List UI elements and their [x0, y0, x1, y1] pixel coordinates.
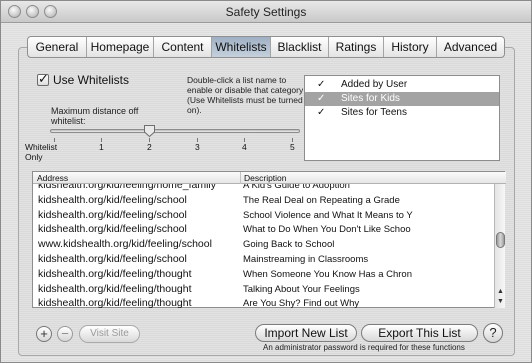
- category-item-added-by-user[interactable]: ✓ Added by User: [305, 78, 499, 92]
- table-scrollbar[interactable]: ▲ ▼: [494, 184, 505, 308]
- table-row[interactable]: kidshealth.org/kid/feeling/school School…: [33, 208, 494, 223]
- table-row[interactable]: kidshealth.org/kid/feeling/school The Re…: [33, 193, 494, 208]
- column-header-description[interactable]: Description: [244, 172, 287, 184]
- distance-slider-thumb[interactable]: [144, 125, 155, 137]
- row-description: Talking About Your Feelings: [243, 283, 360, 295]
- slider-tick-label: 3: [195, 142, 200, 152]
- help-button[interactable]: ?: [483, 323, 503, 343]
- use-whitelists-label: Use Whitelists: [53, 73, 130, 87]
- category-item-sites-for-teens[interactable]: ✓ Sites for Teens: [305, 106, 499, 120]
- table-body: kidshealth.org/kid/feeling/home_family A…: [33, 184, 494, 308]
- check-icon: ✓: [317, 107, 326, 118]
- table-row[interactable]: kidshealth.org/kid/feeling/school Mainst…: [33, 252, 494, 267]
- whitelist-table[interactable]: Address Description kidshealth.org/kid/f…: [32, 171, 506, 308]
- row-address: kidshealth.org/kid/feeling/school: [38, 193, 187, 206]
- row-address: kidshealth.org/kid/feeling/thought: [38, 297, 192, 308]
- category-item-sites-for-kids[interactable]: ✓ Sites for Kids: [305, 92, 499, 106]
- max-distance-label: Maximum distance off whitelist:: [51, 106, 139, 126]
- slider-tick-label: 1: [99, 142, 104, 152]
- table-row[interactable]: kidshealth.org/kid/feeling/home_family A…: [33, 184, 494, 193]
- row-description: Mainstreaming in Classrooms: [243, 253, 369, 265]
- tab-ratings[interactable]: Ratings: [329, 37, 384, 57]
- use-whitelists-toggle[interactable]: Use Whitelists: [37, 71, 130, 87]
- slider-tick-label: 5: [290, 142, 295, 152]
- row-address: www.kidshealth.org/kid/feeling/school: [38, 238, 212, 251]
- row-description: A Kid's Guide to Adoption: [243, 184, 350, 191]
- table-row[interactable]: kidshealth.org/kid/feeling/thought Are Y…: [33, 296, 494, 308]
- export-list-button[interactable]: Export This List: [361, 324, 478, 342]
- table-row[interactable]: www.kidshealth.org/kid/feeling/school Go…: [33, 237, 494, 252]
- table-row[interactable]: kidshealth.org/kid/feeling/thought When …: [33, 267, 494, 282]
- add-site-button[interactable]: +: [36, 326, 52, 342]
- row-description: The Real Deal on Repeating a Grade: [243, 194, 400, 206]
- scroll-thumb[interactable]: [496, 232, 505, 248]
- row-description: Are You Shy? Find out Why: [243, 298, 360, 308]
- tab-content[interactable]: Content: [154, 37, 212, 57]
- row-description: When Someone You Know Has a Chron: [243, 268, 412, 280]
- tab-history[interactable]: History: [384, 37, 437, 57]
- row-address: kidshealth.org/kid/feeling/school: [38, 223, 187, 236]
- title-bar: Safety Settings: [1, 1, 531, 23]
- window-title: Safety Settings: [225, 5, 307, 19]
- scroll-up-arrow-icon[interactable]: ▲: [496, 287, 505, 296]
- import-list-button[interactable]: Import New List: [255, 324, 357, 342]
- category-hint-text: Double-click a list name to enable or di…: [187, 75, 304, 115]
- row-address: kidshealth.org/kid/feeling/thought: [38, 267, 192, 280]
- slider-min-label: Whitelist Only: [25, 142, 58, 162]
- column-header-address[interactable]: Address: [37, 172, 68, 184]
- tab-bar: General Homepage Content Whitelists Blac…: [27, 36, 505, 58]
- safety-settings-window: Safety Settings General Homepage Content…: [0, 0, 532, 363]
- row-description: Going Back to School: [243, 239, 335, 251]
- category-label: Added by User: [341, 79, 408, 90]
- distance-slider-track[interactable]: [50, 129, 300, 133]
- row-address: kidshealth.org/kid/feeling/school: [38, 252, 187, 265]
- remove-site-button[interactable]: −: [57, 326, 73, 342]
- tab-blacklist[interactable]: Blacklist: [271, 37, 329, 57]
- admin-password-note: An administrator password is required fo…: [263, 343, 465, 352]
- visit-site-button[interactable]: Visit Site: [79, 325, 140, 343]
- column-divider: [240, 172, 241, 184]
- row-description: What to Do When You Don't Like Schoo: [243, 224, 411, 236]
- use-whitelists-checkbox[interactable]: [37, 71, 49, 87]
- row-address: kidshealth.org/kid/feeling/thought: [38, 282, 192, 295]
- table-row[interactable]: kidshealth.org/kid/feeling/thought Talki…: [33, 282, 494, 297]
- tab-homepage[interactable]: Homepage: [87, 37, 154, 57]
- slider-tick-label: 4: [242, 142, 247, 152]
- table-header: Address Description: [33, 172, 506, 184]
- slider-tick-label: 2: [147, 142, 152, 152]
- scroll-down-arrow-icon[interactable]: ▼: [496, 297, 505, 306]
- row-description: School Violence and What It Means to Y: [243, 209, 413, 221]
- category-label: Sites for Kids: [341, 93, 400, 104]
- tab-advanced[interactable]: Advanced: [437, 37, 504, 57]
- row-address: kidshealth.org/kid/feeling/home_family: [38, 184, 217, 191]
- check-icon: ✓: [317, 93, 326, 104]
- check-icon: ✓: [317, 79, 326, 90]
- category-label: Sites for Teens: [341, 107, 407, 118]
- row-address: kidshealth.org/kid/feeling/school: [38, 208, 187, 221]
- tab-general[interactable]: General: [28, 37, 87, 57]
- tab-whitelists[interactable]: Whitelists: [212, 37, 271, 57]
- table-row[interactable]: kidshealth.org/kid/feeling/school What t…: [33, 222, 494, 237]
- category-list[interactable]: ✓ Added by User ✓ Sites for Kids ✓ Sites…: [304, 75, 500, 161]
